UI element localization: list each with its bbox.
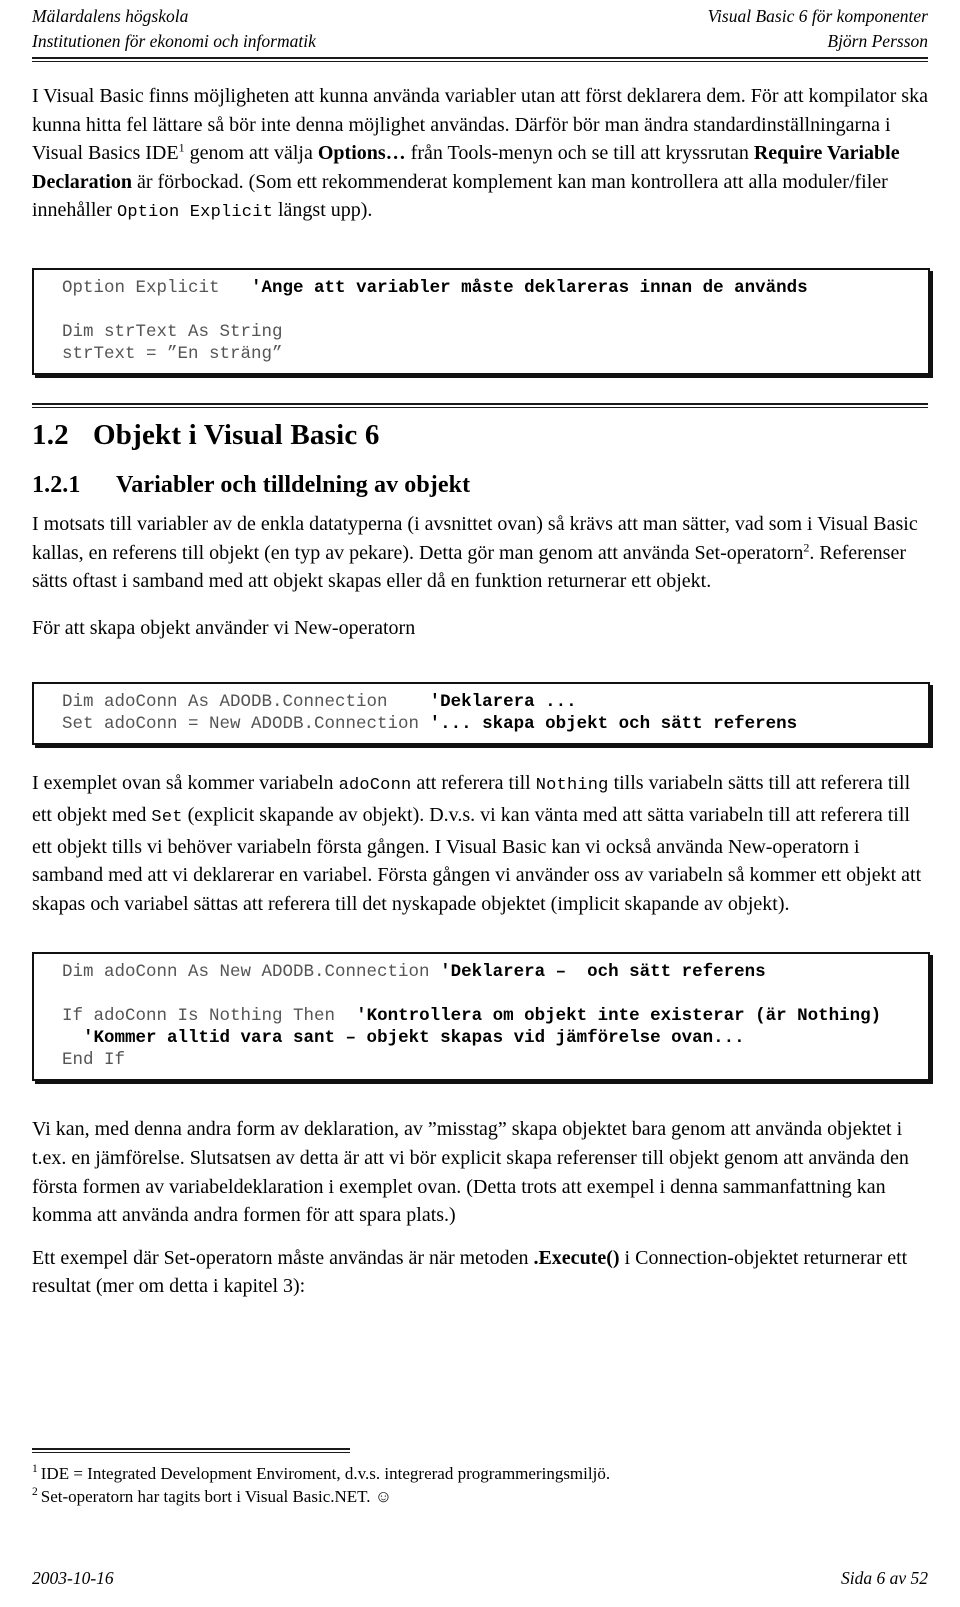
code-3-line-5: End If bbox=[62, 1050, 126, 1071]
execute-text-1: Ett exempel där Set-operatorn måste anvä… bbox=[32, 1246, 534, 1269]
footnote-marker: 2 bbox=[32, 1486, 38, 1499]
page-footer: 2003-10-16 Sida 6 av 52 bbox=[32, 1568, 928, 1589]
footer-page-number: Sida 6 av 52 bbox=[840, 1568, 928, 1588]
header-divider bbox=[32, 57, 928, 62]
header-row-1: Mälardalens högskola Visual Basic 6 för … bbox=[32, 4, 928, 29]
code-block-1-content: Option Explicit 'Ange att variabler måst… bbox=[62, 277, 918, 365]
intro-text-2: genom att välja bbox=[184, 142, 318, 165]
intro-text-3: från Tools-menyn och se till att kryssru… bbox=[405, 142, 754, 165]
intro-bold-options: Options… bbox=[317, 142, 406, 165]
code-3-comment-4: 'Kommer alltid vara sant – objekt skapas… bbox=[83, 1028, 745, 1049]
heading-1-2-1-title: Variabler och tilldelning av objekt bbox=[116, 471, 471, 498]
header-author-name: Björn Persson bbox=[827, 31, 928, 51]
footnote-text: Set-operatorn har tagits bort i Visual B… bbox=[40, 1487, 393, 1506]
example-text-1: I exemplet ovan så kommer variabeln bbox=[32, 772, 339, 795]
code-1-line-3: Dim strText As String bbox=[62, 321, 283, 342]
heading-1-2-1-number: 1.2.1 bbox=[32, 471, 81, 498]
footnote-item: 1 IDE = Integrated Development Enviroment… bbox=[32, 1462, 928, 1485]
intro-paragraph: I Visual Basic finns möjligheten att kun… bbox=[32, 82, 928, 228]
objects-text-1: I motsats till variabler av de enkla dat… bbox=[32, 512, 918, 564]
paragraph-new-operator: För att skapa objekt använder vi New-ope… bbox=[32, 616, 416, 639]
heading-1-2-number: 1.2 bbox=[32, 418, 69, 451]
header-document-title: Visual Basic 6 för komponenter bbox=[707, 6, 928, 26]
footnote-separator bbox=[32, 1448, 350, 1453]
code-3-comment-1: 'Deklarera – och sätt referens bbox=[440, 962, 766, 983]
code-3-line-3: If adoConn Is Nothing Then bbox=[62, 1006, 336, 1027]
header-department-name: Institutionen för ekonomi och informatik bbox=[32, 31, 316, 51]
code-block-declare-set-reference: Dim adoConn As ADODB.Connection 'Deklare… bbox=[32, 682, 930, 746]
code-2-line-1: Dim adoConn As ADODB.Connection bbox=[62, 692, 388, 713]
code-2-comment-2: '... skapa objekt och sätt referens bbox=[429, 714, 798, 735]
footnote-marker: 1 bbox=[32, 1463, 38, 1476]
paragraph-objects: I motsats till variabler av de enkla dat… bbox=[32, 510, 928, 596]
heading-1-2-title: Objekt i Visual Basic 6 bbox=[93, 418, 380, 451]
paragraph-execute: Ett exempel där Set-operatorn måste anvä… bbox=[32, 1244, 928, 1301]
code-block-2-content: Dim adoConn As ADODB.Connection 'Deklare… bbox=[62, 691, 918, 735]
example-code-set: Set bbox=[151, 807, 183, 827]
code-3-comment-3: 'Kontrollera om objekt inte existerar (ä… bbox=[356, 1006, 882, 1027]
code-2-line-2: Set adoConn = New ADODB.Connection bbox=[62, 714, 420, 735]
heading-1-2-1: 1.2.1 Variabler och tilldelning av objekt bbox=[32, 470, 928, 500]
intro-code-option-explicit: Option Explicit bbox=[116, 203, 273, 223]
code-2-comment-1: 'Deklarera ... bbox=[429, 692, 577, 713]
paragraph-example: I exemplet ovan så kommer variabeln adoC… bbox=[32, 769, 928, 918]
code-1-line-4: strText = ”En sträng” bbox=[62, 343, 283, 364]
code-1-comment-1: 'Ange att variabler måste deklareras inn… bbox=[251, 277, 808, 298]
page-header: Mälardalens högskola Visual Basic 6 för … bbox=[32, 0, 928, 62]
code-block-implicit-creation: Dim adoConn As New ADODB.Connection 'Dek… bbox=[32, 952, 930, 1082]
footnote-item: 2 Set-operatorn har tagits bort i Visual … bbox=[32, 1485, 928, 1508]
document-page: Mälardalens högskola Visual Basic 6 för … bbox=[0, 0, 960, 1607]
intro-text-5: längst upp). bbox=[273, 199, 373, 222]
footnote-text: IDE = Integrated Development Enviroment,… bbox=[40, 1464, 611, 1483]
example-text-2: att referera till bbox=[411, 772, 536, 795]
footnote-area: 1 IDE = Integrated Development Enviroment… bbox=[32, 1448, 928, 1508]
code-1-line-1: Option Explicit bbox=[62, 277, 220, 298]
execute-bold-method: .Execute() bbox=[533, 1246, 620, 1269]
example-code-adoconn: adoConn bbox=[338, 776, 412, 796]
paragraph-conclusion: Vi kan, med denna andra form av deklarat… bbox=[32, 1118, 909, 1227]
footnote-list: 1 IDE = Integrated Development Enviroment… bbox=[32, 1462, 928, 1508]
code-3-line-1: Dim adoConn As New ADODB.Connection bbox=[62, 962, 430, 983]
code-block-option-explicit: Option Explicit 'Ange att variabler måst… bbox=[32, 267, 930, 375]
header-institution-name: Mälardalens högskola bbox=[32, 6, 189, 26]
example-code-nothing: Nothing bbox=[535, 776, 609, 796]
code-block-3-content: Dim adoConn As New ADODB.Connection 'Dek… bbox=[62, 961, 918, 1071]
heading-1-2-wrapper: 1.2 Objekt i Visual Basic 6 bbox=[32, 402, 928, 452]
footer-date: 2003-10-16 bbox=[32, 1568, 114, 1588]
heading-1-2: 1.2 Objekt i Visual Basic 6 bbox=[32, 418, 928, 452]
header-row-2: Institutionen för ekonomi och informatik… bbox=[32, 29, 928, 54]
heading-1-2-rule bbox=[32, 402, 928, 408]
